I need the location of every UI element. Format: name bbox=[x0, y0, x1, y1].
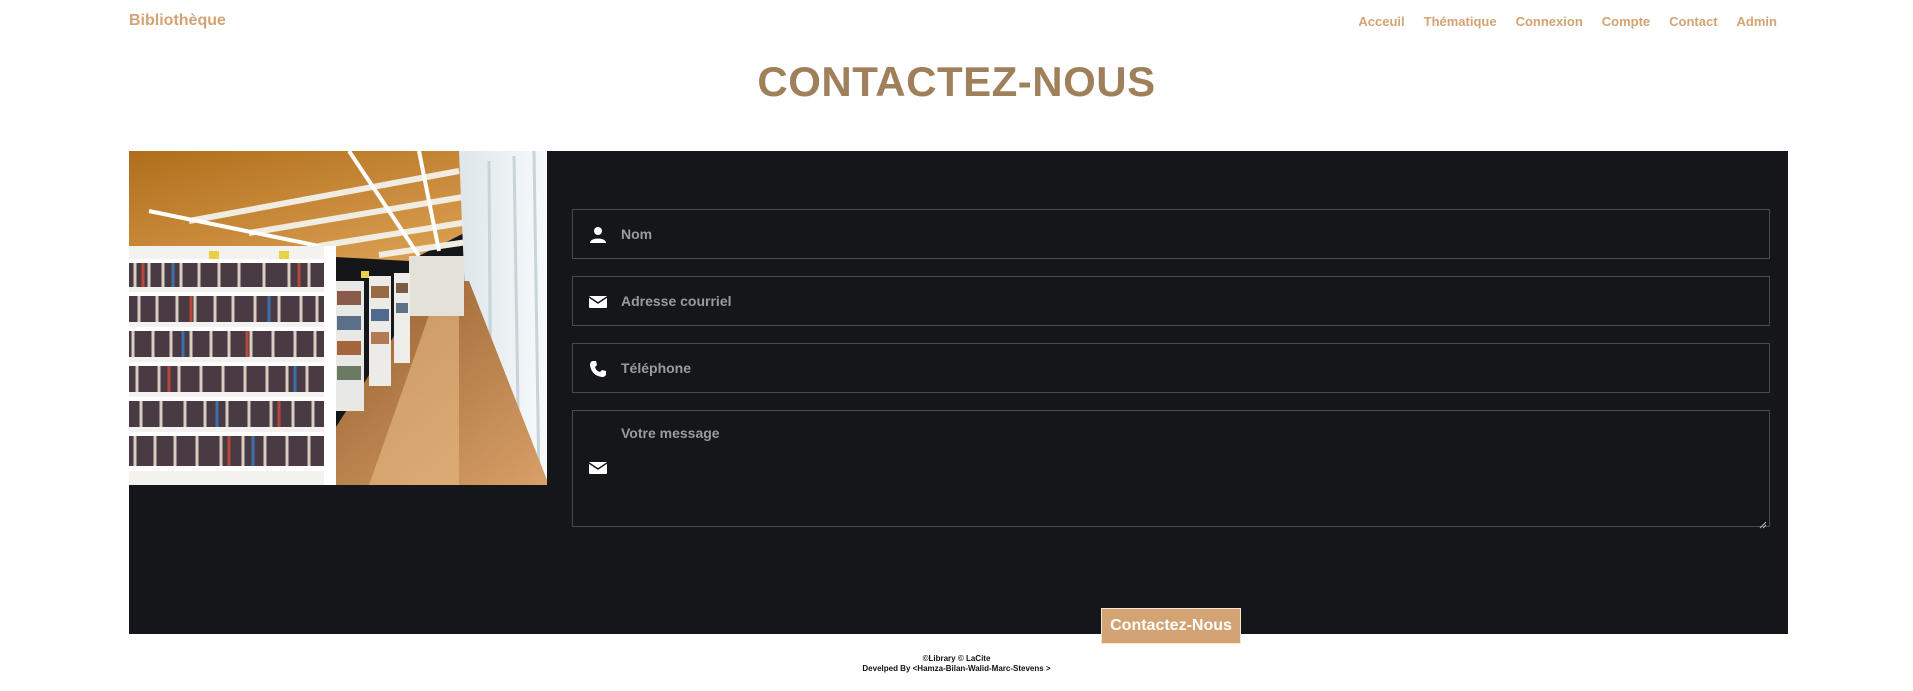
resize-grip-icon[interactable] bbox=[1759, 516, 1767, 529]
nav-link-acceuil[interactable]: Acceuil bbox=[1358, 14, 1404, 29]
nav-link-thematique[interactable]: Thématique bbox=[1424, 14, 1497, 29]
name-input[interactable] bbox=[621, 210, 1761, 258]
message-textarea[interactable] bbox=[621, 425, 1761, 520]
nav-link-compte[interactable]: Compte bbox=[1602, 14, 1650, 29]
contact-form: Contactez-Nous bbox=[572, 209, 1770, 644]
nav-links: Acceuil Thématique Connexion Compte Cont… bbox=[1358, 14, 1777, 29]
footer-credits: Develped By <Hamza-Bilan-Walid-Marc-Stev… bbox=[862, 664, 1051, 673]
user-icon bbox=[589, 226, 607, 244]
nav-link-admin[interactable]: Admin bbox=[1737, 14, 1777, 29]
name-field bbox=[572, 209, 1770, 259]
email-field bbox=[572, 276, 1770, 326]
contact-submit-button[interactable]: Contactez-Nous bbox=[1101, 608, 1241, 644]
envelope-icon bbox=[588, 293, 608, 311]
message-field bbox=[572, 410, 1770, 529]
footer-copyright: ©Library © LaCite bbox=[922, 654, 991, 663]
email-input[interactable] bbox=[621, 277, 1761, 325]
phone-field bbox=[572, 343, 1770, 393]
submit-wrap: Contactez-Nous bbox=[572, 608, 1770, 644]
phone-input[interactable] bbox=[621, 344, 1761, 392]
phone-icon bbox=[589, 360, 607, 378]
navbar: Bibliothèque Acceuil Thématique Connexio… bbox=[0, 0, 1913, 44]
nav-link-contact[interactable]: Contact bbox=[1669, 14, 1717, 29]
brand-link[interactable]: Bibliothèque bbox=[129, 12, 226, 30]
contact-panel: Contactez-Nous bbox=[129, 151, 1788, 644]
page-title: CONTACTEZ-NOUS bbox=[757, 58, 1156, 105]
library-photo bbox=[129, 151, 547, 485]
envelope-icon bbox=[588, 459, 608, 477]
nav-link-connexion[interactable]: Connexion bbox=[1516, 14, 1583, 29]
footer: ©Library © LaCite Develped By <Hamza-Bil… bbox=[0, 654, 1913, 674]
